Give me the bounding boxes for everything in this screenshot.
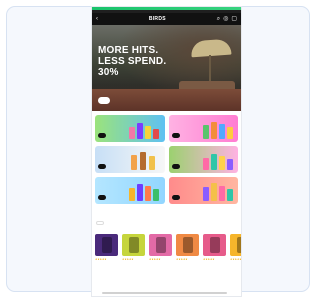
promo-card-5-product-1: [129, 188, 135, 201]
promo-card-3-button[interactable]: [98, 164, 106, 169]
product-card-2[interactable]: ★★★★★: [122, 234, 145, 261]
promo-card-2-product-3: [218, 124, 225, 139]
product-rating-2: ★★★★★: [122, 258, 134, 261]
accent-line: [92, 7, 241, 10]
promo-card-1-product-3: [145, 126, 151, 139]
deck-graphic: [92, 89, 241, 111]
promo-card-4-product-3: [218, 156, 225, 170]
promo-card-1-product-1: [129, 127, 135, 139]
promo-card-6-product-4: [226, 189, 233, 201]
promo-card-2[interactable]: [168, 115, 238, 142]
promo-card-2-button[interactable]: [171, 133, 180, 138]
promo-card-6-product-1: [202, 187, 209, 201]
hero-title-line-2: LESS SPEND.: [98, 56, 167, 67]
product-rating-1: ★★★★★: [95, 258, 107, 261]
products-filter[interactable]: [96, 221, 104, 225]
products-section-title: [92, 208, 241, 212]
promo-card-3-product-3: [149, 156, 155, 170]
promo-card-1-product-2: [137, 123, 143, 139]
promo-card-4[interactable]: [168, 146, 238, 173]
brand-logo[interactable]: BIRDS: [149, 16, 166, 22]
promo-card-3[interactable]: [95, 146, 165, 173]
promo-card-3-product-1: [131, 155, 137, 170]
promo-card-5-product-3: [145, 186, 151, 201]
umbrella-graphic: [190, 38, 232, 58]
cart-icon[interactable]: ▢: [231, 16, 237, 22]
promo-card-1-button[interactable]: [98, 133, 106, 138]
promo-card-2-product-1: [202, 125, 209, 139]
promo-card-6-button[interactable]: [171, 195, 180, 200]
product-card-6[interactable]: ★★★★★: [230, 234, 241, 261]
user-icon[interactable]: ◎: [223, 16, 228, 22]
promo-card-4-product-2: [210, 154, 217, 170]
promo-card-1[interactable]: [95, 115, 165, 142]
product-image-5[interactable]: [203, 234, 226, 256]
promo-card-6-product-3: [218, 186, 225, 201]
hero-title-line-3: 30%: [98, 67, 119, 78]
navbar: ‹ BIRDS ⌕ ◎ ▢: [92, 13, 241, 25]
product-rating-3: ★★★★★: [149, 258, 161, 261]
product-pack-1: [101, 237, 112, 253]
product-pack-5: [209, 237, 220, 253]
product-rating-6: ★★★★★: [230, 258, 241, 261]
hero-banner: MORE HITS. LESS SPEND. 30%: [92, 25, 241, 111]
promo-card-1-product-4: [153, 129, 159, 139]
promo-card-6-product-2: [210, 183, 217, 201]
search-icon[interactable]: ⌕: [217, 16, 220, 22]
product-rating-5: ★★★★★: [203, 258, 215, 261]
product-card-1[interactable]: ★★★★★: [95, 234, 118, 261]
nav-right: ⌕ ◎ ▢: [217, 16, 237, 22]
hero-title: MORE HITS. LESS SPEND. 30%: [98, 45, 166, 78]
promo-card-2-product-4: [226, 127, 233, 139]
promo-card-4-product-4: [226, 159, 233, 170]
mobile-page: ‹ BIRDS ⌕ ◎ ▢ MORE HITS. LESS SPEND. 30%: [92, 7, 241, 296]
product-image-1[interactable]: [95, 234, 118, 256]
product-carousel: ★★★★★ ★★★★★ ★★★★★ ★★★★★ ★★★★★ ★★★★★: [92, 230, 241, 261]
hero-cta-button[interactable]: [98, 97, 110, 104]
promo-card-5-button[interactable]: [98, 195, 106, 200]
promo-card-5-product-2: [137, 184, 143, 201]
promo-grid: [92, 111, 241, 208]
product-pack-2: [128, 237, 139, 253]
promo-card-5[interactable]: [95, 177, 165, 204]
product-card-3[interactable]: ★★★★★: [149, 234, 172, 261]
promo-card-2-product-2: [210, 122, 217, 139]
promo-card-5-product-4: [153, 189, 159, 201]
product-card-4[interactable]: ★★★★★: [176, 234, 199, 261]
product-pack-4: [182, 237, 193, 253]
nav-left: ‹: [96, 16, 98, 22]
product-card-5[interactable]: ★★★★★: [203, 234, 226, 261]
product-pack-6: [236, 237, 241, 253]
product-image-6[interactable]: [230, 234, 241, 256]
scroll-indicator: [102, 292, 227, 294]
promo-card-4-button[interactable]: [171, 164, 180, 169]
promo-card-6[interactable]: [168, 177, 238, 204]
product-rating-4: ★★★★★: [176, 258, 188, 261]
product-image-4[interactable]: [176, 234, 199, 256]
hero-title-line-1: MORE HITS.: [98, 45, 159, 56]
chevron-left-icon[interactable]: ‹: [96, 16, 98, 22]
product-image-3[interactable]: [149, 234, 172, 256]
promo-card-4-product-1: [202, 158, 209, 170]
product-pack-3: [155, 237, 166, 253]
product-image-2[interactable]: [122, 234, 145, 256]
promo-card-3-product-2: [140, 152, 146, 170]
